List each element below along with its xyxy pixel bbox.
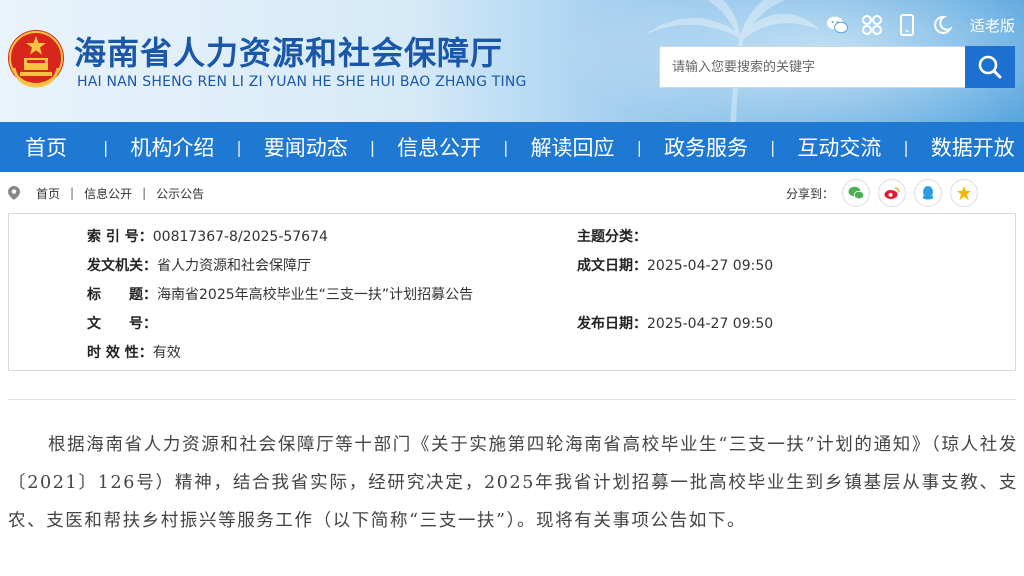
nav-item-open-data[interactable]: 数据开放 xyxy=(931,132,1015,162)
night-mode-icon[interactable] xyxy=(931,14,953,36)
nav-item-interpretation[interactable]: 解读回应 xyxy=(531,132,615,162)
document-metadata: 索 引 号：00817367-8/2025-57674 主题分类： 发文机关：省… xyxy=(8,213,1016,371)
nav-item-info-public[interactable]: 信息公开 xyxy=(397,132,481,162)
site-title: 海南省人力资源和社会保障厅 xyxy=(74,34,504,72)
main-nav: 首页 | 机构介绍 | 要闻动态 | 信息公开 | 解读回应 | 政务服务 | … xyxy=(0,122,1024,172)
meta-doc-label: 文 号： xyxy=(87,316,157,332)
nav-divider: | xyxy=(636,137,642,157)
meta-title-label: 标 题： xyxy=(87,287,157,303)
breadcrumb-announcements[interactable]: 公示公告 xyxy=(156,185,204,202)
weibo-icon xyxy=(884,187,900,199)
nav-divider: | xyxy=(903,137,909,157)
breadcrumb-home[interactable]: 首页 xyxy=(36,185,60,202)
meta-date-value: 2025-04-27 09:50 xyxy=(647,258,774,274)
nav-item-home[interactable]: 首页 xyxy=(25,132,67,162)
content-divider xyxy=(8,399,1016,400)
wechat-icon[interactable] xyxy=(826,14,848,36)
meta-publish-value: 2025-04-27 09:50 xyxy=(647,316,774,332)
share-bar: 分享到： xyxy=(786,179,979,207)
share-qzone-button[interactable] xyxy=(950,179,979,207)
meta-validity-label: 时 效 性： xyxy=(87,345,153,361)
qzone-star-icon xyxy=(957,186,972,200)
elder-mode-link[interactable]: 适老版 xyxy=(970,15,1015,36)
site-title-pinyin: HAI NAN SHENG REN LI ZI YUAN HE SHE HUI … xyxy=(77,74,527,90)
search-button[interactable] xyxy=(965,46,1015,88)
search-icon xyxy=(978,55,1002,79)
share-wechat-button[interactable] xyxy=(842,179,871,207)
site-header: 海南省人力资源和社会保障厅 HAI NAN SHENG REN LI ZI YU… xyxy=(0,0,1024,122)
national-emblem-icon xyxy=(8,30,64,88)
meta-title-value: 海南省2025年高校毕业生“三支一扶”计划招募公告 xyxy=(157,287,474,303)
meta-title: 标 题：海南省2025年高校毕业生“三支一扶”计划招募公告 xyxy=(87,284,473,304)
meta-validity: 时 效 性：有效 xyxy=(87,342,181,362)
meta-index-value: 00817367-8/2025-57674 xyxy=(152,229,328,245)
mobile-icon[interactable] xyxy=(896,14,918,36)
meta-publish: 发布日期：2025-04-27 09:50 xyxy=(577,313,773,333)
article-body-paragraph: 根据海南省人力资源和社会保障厅等十部门《关于实施第四轮海南省高校毕业生“三支一扶… xyxy=(8,435,1018,531)
breadcrumb: 首页 | 信息公开 | 公示公告 xyxy=(8,183,204,203)
breadcrumb-info-public[interactable]: 信息公开 xyxy=(84,185,132,202)
nav-divider: | xyxy=(236,137,242,157)
nav-divider: | xyxy=(769,137,776,157)
nav-divider: | xyxy=(503,137,509,157)
meta-issuer-value: 省人力资源和社会保障厅 xyxy=(157,258,311,274)
share-label: 分享到： xyxy=(786,186,835,201)
meta-issuer: 发文机关：省人力资源和社会保障厅 xyxy=(87,255,311,275)
nav-item-about[interactable]: 机构介绍 xyxy=(130,132,214,162)
header-tools: 适老版 xyxy=(826,14,1015,36)
meta-date: 成文日期：2025-04-27 09:50 xyxy=(577,255,773,275)
nav-item-news[interactable]: 要闻动态 xyxy=(264,132,348,162)
nav-divider: | xyxy=(103,137,109,157)
meta-doc-number: 文 号： xyxy=(87,313,157,333)
meta-date-label: 成文日期： xyxy=(577,258,647,274)
search-input[interactable] xyxy=(672,47,962,87)
meta-publish-label: 发布日期： xyxy=(577,316,647,332)
breadcrumb-separator: | xyxy=(142,186,147,200)
share-qq-button[interactable] xyxy=(914,179,943,207)
miniprogram-icon[interactable] xyxy=(861,14,883,36)
nav-item-interaction[interactable]: 互动交流 xyxy=(797,132,881,162)
wechat-icon xyxy=(848,186,865,200)
meta-topic-label: 主题分类： xyxy=(577,229,647,245)
qq-icon xyxy=(922,186,934,200)
meta-topic: 主题分类： xyxy=(577,226,647,246)
location-pin-icon xyxy=(8,186,20,200)
meta-validity-value: 有效 xyxy=(152,345,181,361)
share-weibo-button[interactable] xyxy=(878,179,907,207)
nav-divider: | xyxy=(369,137,376,157)
breadcrumb-separator: | xyxy=(70,186,75,200)
meta-issuer-label: 发文机关： xyxy=(87,258,157,274)
meta-index-label: 索 引 号： xyxy=(87,229,153,245)
nav-item-services[interactable]: 政务服务 xyxy=(664,132,748,162)
meta-index: 索 引 号：00817367-8/2025-57674 xyxy=(87,226,328,246)
search-box xyxy=(659,46,1015,88)
